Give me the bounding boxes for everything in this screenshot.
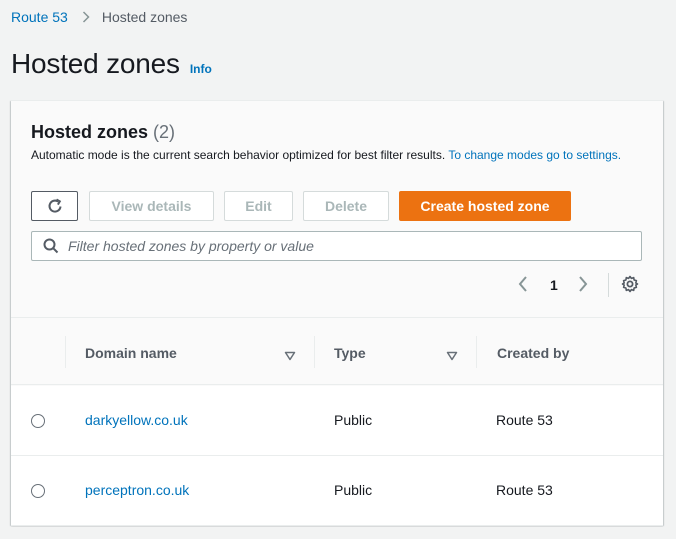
page-header: Hosted zones Info [11, 48, 212, 80]
column-header-type[interactable]: Type [334, 345, 366, 361]
column-separator [476, 336, 477, 368]
chevron-right-icon[interactable] [577, 275, 589, 298]
info-link[interactable]: Info [190, 62, 212, 76]
table-row[interactable]: perceptron.co.uk Public Route 53 [11, 456, 663, 526]
description-text: Automatic mode is the current search beh… [31, 148, 446, 162]
filter-box [31, 231, 642, 261]
search-mode-description: Automatic mode is the current search beh… [31, 147, 631, 163]
container-title-text: Hosted zones [31, 122, 149, 142]
refresh-button[interactable] [31, 191, 78, 221]
search-icon [43, 238, 59, 254]
column-separator [314, 336, 315, 368]
delete-button[interactable]: Delete [303, 191, 389, 221]
edit-button[interactable]: Edit [224, 191, 293, 221]
zone-type: Public [334, 482, 373, 498]
table-header: Domain name Type Created by [11, 317, 663, 385]
gear-icon[interactable] [621, 275, 639, 298]
chevron-left-icon[interactable] [517, 275, 529, 298]
create-hosted-zone-button[interactable]: Create hosted zone [399, 191, 571, 221]
column-header-created-by[interactable]: Created by [497, 345, 569, 361]
column-separator [65, 336, 66, 368]
column-header-domain-name[interactable]: Domain name [85, 345, 177, 361]
created-by: Route 53 [496, 412, 553, 428]
refresh-icon [46, 197, 64, 215]
sort-icon[interactable] [446, 348, 458, 366]
created-by: Route 53 [496, 482, 553, 498]
domain-name-link[interactable]: perceptron.co.uk [85, 482, 189, 498]
page-number[interactable]: 1 [550, 277, 558, 293]
pagination-divider [608, 273, 609, 297]
change-modes-link[interactable]: To change modes go to settings. [448, 148, 621, 162]
domain-name-link[interactable]: darkyellow.co.uk [85, 412, 188, 428]
container-header: Hosted zones (2) Automatic mode is the c… [11, 101, 663, 317]
table-row[interactable]: darkyellow.co.uk Public Route 53 [11, 386, 663, 456]
row-select-radio[interactable] [31, 484, 45, 498]
breadcrumb-route53-link[interactable]: Route 53 [11, 9, 68, 25]
sort-icon[interactable] [284, 348, 296, 366]
filter-input[interactable] [68, 238, 628, 254]
breadcrumb-current: Hosted zones [101, 9, 188, 25]
chevron-right-icon [82, 11, 90, 23]
page-title: Hosted zones [11, 48, 180, 79]
zone-count: (2) [153, 122, 176, 142]
zone-type: Public [334, 412, 373, 428]
row-select-radio[interactable] [31, 414, 45, 428]
container-title: Hosted zones (2) [31, 122, 175, 143]
hosted-zones-container: Hosted zones (2) Automatic mode is the c… [11, 100, 663, 526]
view-details-button[interactable]: View details [89, 191, 214, 221]
breadcrumb: Route 53 Hosted zones [11, 8, 187, 26]
